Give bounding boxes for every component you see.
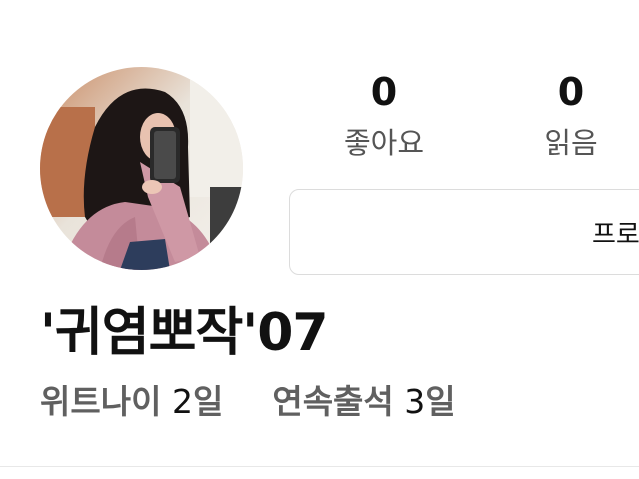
streak-unit: 일 bbox=[425, 382, 456, 421]
reads-stat[interactable]: 0 읽음 bbox=[501, 70, 639, 160]
streak-value: 3 bbox=[404, 382, 426, 421]
profile-photo-image bbox=[40, 67, 243, 270]
wit-age-value: 2 bbox=[171, 382, 193, 421]
likes-label: 좋아요 bbox=[343, 126, 425, 160]
avatar[interactable] bbox=[40, 67, 243, 270]
streak-label: 연속출석 bbox=[272, 382, 394, 421]
profile-edit-button[interactable]: 프로 bbox=[289, 189, 639, 275]
section-divider bbox=[0, 466, 639, 467]
reads-label: 읽음 bbox=[544, 126, 598, 160]
wit-age-label: 위트나이 bbox=[40, 382, 162, 421]
wit-age-unit: 일 bbox=[192, 382, 224, 421]
likes-stat[interactable]: 0 좋아요 bbox=[314, 70, 454, 160]
likes-count: 0 bbox=[370, 70, 398, 114]
profile-info-row: 위트나이 2일 연속출석 3일 bbox=[40, 380, 456, 424]
reads-count: 0 bbox=[557, 70, 585, 114]
username: '귀염뽀작'07 bbox=[40, 303, 329, 363]
